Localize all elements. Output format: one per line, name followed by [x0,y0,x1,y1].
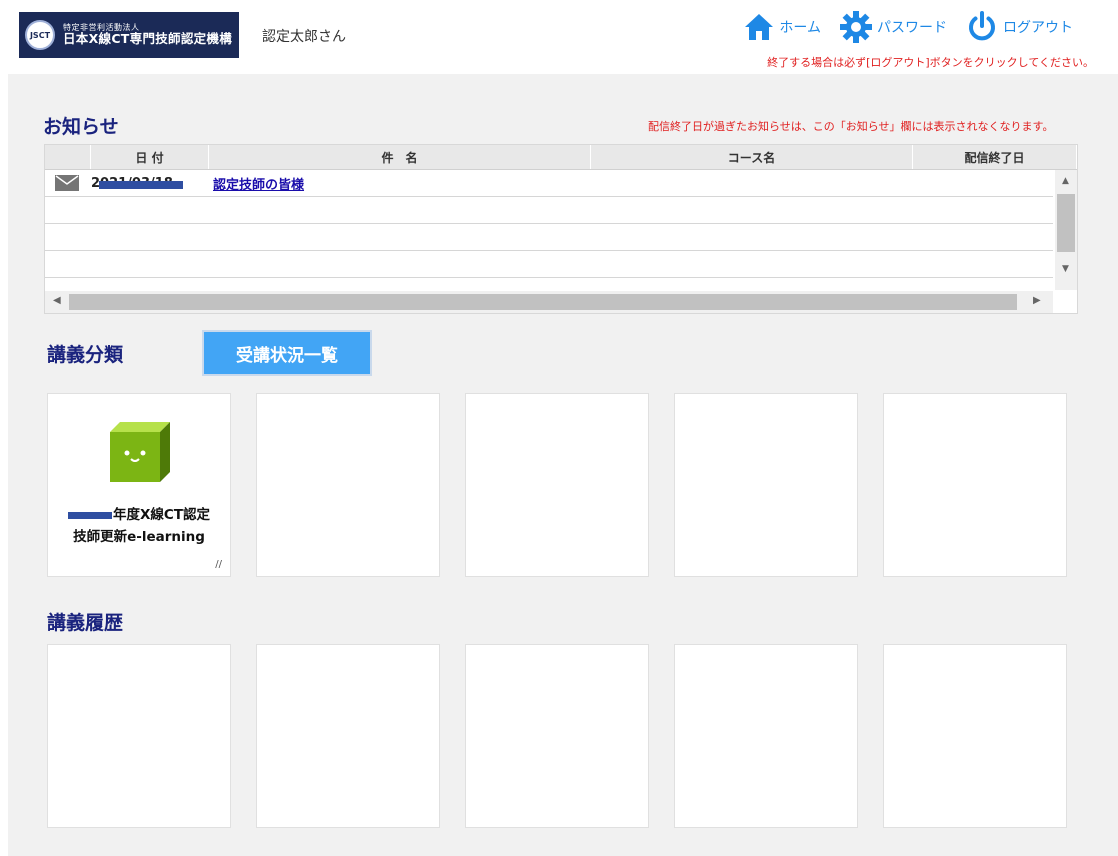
scroll-up-icon[interactable]: ▲ [1062,176,1069,186]
notice-title: お知らせ [43,116,119,138]
notice-table: 日 付 件 名 コース名 配信終了日 2021/03/18 認定技師の皆様 [44,144,1078,314]
lecture-category-cards: 年度X線CT認定 技師更新e-learning // [47,393,1067,577]
table-row[interactable]: 2021/03/18 認定技師の皆様 [45,170,1053,197]
scroll-left-icon[interactable]: ◀ [53,295,61,306]
history-card [256,644,440,828]
logout-note: 終了する場合は必ず[ログアウト]ボタンをクリックしてください。 [767,56,1094,69]
main-content: お知らせ 配信終了日が過ぎたお知らせは、この「お知らせ」欄には表示されなくなりま… [8,74,1118,856]
history-card [465,644,649,828]
scroll-down-icon[interactable]: ▼ [1062,264,1069,274]
col-end-date: 配信終了日 [913,145,1077,169]
table-row [45,197,1053,224]
lecture-history-title: 講義履歴 [47,612,124,634]
redaction-mark [67,511,112,519]
col-course: コース名 [591,145,913,169]
empty-card [883,393,1067,577]
home-icon [743,11,775,43]
vertical-scrollbar[interactable]: ▲ ▼ [1055,170,1077,290]
col-date: 日 付 [91,145,209,169]
lecture-history-cards [47,644,1067,828]
home-label: ホーム [779,20,821,36]
resize-grip-icon: // [215,559,222,570]
lecture-category-title: 講義分類 [47,344,124,366]
username: 認定太郎さん [262,29,346,45]
table-row [45,224,1053,251]
home-button[interactable]: ホーム [743,11,821,43]
table-row [45,251,1053,278]
password-button[interactable]: パスワード [839,10,947,44]
logout-button[interactable]: ログアウト [965,10,1073,44]
org-name: 日本X線CT専門技師認定機構 [63,31,233,47]
col-subject: 件 名 [209,145,591,169]
org-logo[interactable]: JSCT 特定非営利活動法人 日本X線CT専門技師認定機構 [19,12,239,58]
empty-card [674,393,858,577]
enrollment-status-button[interactable]: 受講状況一覧 [202,330,372,376]
scroll-right-icon[interactable]: ▶ [1033,295,1041,306]
history-card [674,644,858,828]
cube-icon [108,420,172,488]
notice-date: 2021/03/18 [91,176,211,191]
notice-subject-link[interactable]: 認定技師の皆様 [213,174,304,193]
notice-table-header: 日 付 件 名 コース名 配信終了日 [45,145,1077,170]
vertical-scroll-thumb[interactable] [1057,194,1075,252]
empty-card [465,393,649,577]
mail-icon [55,175,81,191]
password-label: パスワード [877,20,947,36]
power-icon [965,10,999,44]
gear-icon [839,10,873,44]
horizontal-scroll-thumb[interactable] [69,294,1017,310]
course-title: 年度X線CT認定 技師更新e-learning [48,504,230,548]
col-icon [45,145,91,169]
notice-note: 配信終了日が過ぎたお知らせは、この「お知らせ」欄には表示されなくなります。 [648,120,1054,133]
history-card [47,644,231,828]
redaction-mark [99,180,183,189]
top-nav: ホーム パスワード ログアウト [743,10,1073,44]
empty-card [256,393,440,577]
logout-label: ログアウト [1003,20,1073,36]
course-card[interactable]: 年度X線CT認定 技師更新e-learning // [47,393,231,577]
history-card [883,644,1067,828]
horizontal-scrollbar[interactable]: ◀ ▶ [45,291,1053,313]
logo-badge: JSCT [25,20,55,50]
